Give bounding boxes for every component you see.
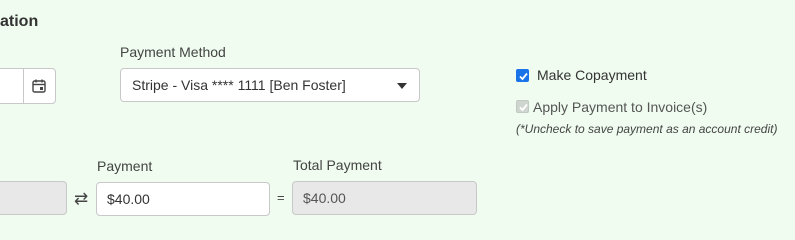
swap-icon: ⇄: [74, 189, 89, 208]
equals-sign: =: [277, 190, 285, 205]
checkmark-icon: [519, 72, 528, 81]
previous-amount-field: [0, 181, 67, 215]
apply-hint: (*Uncheck to save payment as an account …: [516, 122, 778, 136]
payment-label: Payment: [97, 158, 153, 174]
total-payment-field: $40.00: [292, 181, 477, 215]
make-copayment-label[interactable]: Make Copayment: [537, 67, 647, 83]
total-payment-label: Total Payment: [293, 157, 382, 173]
payment-method-select[interactable]: Stripe - Visa **** 1111 [Ben Foster]: [120, 68, 420, 102]
section-title: ation: [0, 13, 39, 30]
chevron-down-icon: [397, 83, 407, 89]
calendar-icon[interactable]: [31, 78, 47, 94]
date-field[interactable]: [0, 68, 56, 104]
payment-method-value: Stripe - Visa **** 1111 [Ben Foster]: [132, 77, 346, 93]
payment-method-label: Payment Method: [120, 44, 226, 60]
apply-to-invoice-label: Apply Payment to Invoice(s): [533, 99, 708, 115]
apply-to-invoice-checkbox: [516, 100, 529, 113]
make-copayment-checkbox[interactable]: [516, 69, 529, 82]
date-field-divider: [23, 69, 24, 103]
payment-input[interactable]: $40.00: [96, 182, 270, 216]
checkmark-icon: [519, 103, 528, 112]
